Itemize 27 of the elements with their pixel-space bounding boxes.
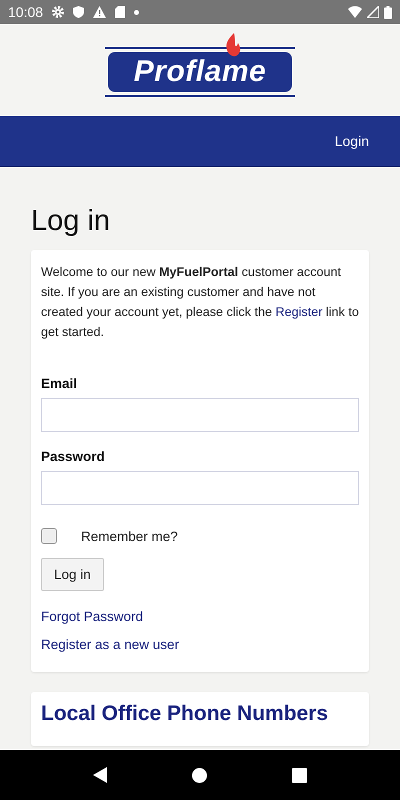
brand-logo: Proflame (105, 33, 295, 97)
remember-checkbox[interactable] (41, 528, 57, 544)
forgot-password-link[interactable]: Forgot Password (41, 609, 144, 624)
sd-card-icon (115, 6, 126, 18)
back-icon[interactable] (92, 767, 107, 783)
recents-icon[interactable] (292, 768, 308, 782)
shield-icon (73, 6, 84, 18)
field-label: Email (41, 376, 78, 391)
section-title: Local Office Phone Numbers (41, 702, 330, 726)
password-field[interactable] (41, 471, 359, 505)
wifi-icon (348, 6, 362, 18)
status-time: 10:08 (8, 4, 44, 20)
login-button[interactable]: Log in (41, 558, 104, 591)
warning-icon (93, 6, 106, 18)
battery-icon (384, 6, 392, 18)
welcome-text: Welcome to our new MyFuelPortal customer account site. If you are an existing customer and have not created your account yet, please click the Register link to get started. (41, 264, 359, 341)
page-title: Log in (31, 205, 112, 238)
dot-icon (134, 10, 140, 14)
email-field[interactable] (41, 398, 359, 432)
checkbox-label: Remember me? (81, 528, 178, 544)
nav-link[interactable]: Login (334, 133, 369, 149)
home-icon[interactable] (192, 768, 207, 782)
register-link[interactable]: Register (276, 305, 322, 319)
gear-icon (52, 6, 64, 18)
signal-icon (367, 6, 379, 18)
register-link[interactable]: Register as a new user (41, 637, 180, 652)
field-label: Password (41, 449, 106, 464)
